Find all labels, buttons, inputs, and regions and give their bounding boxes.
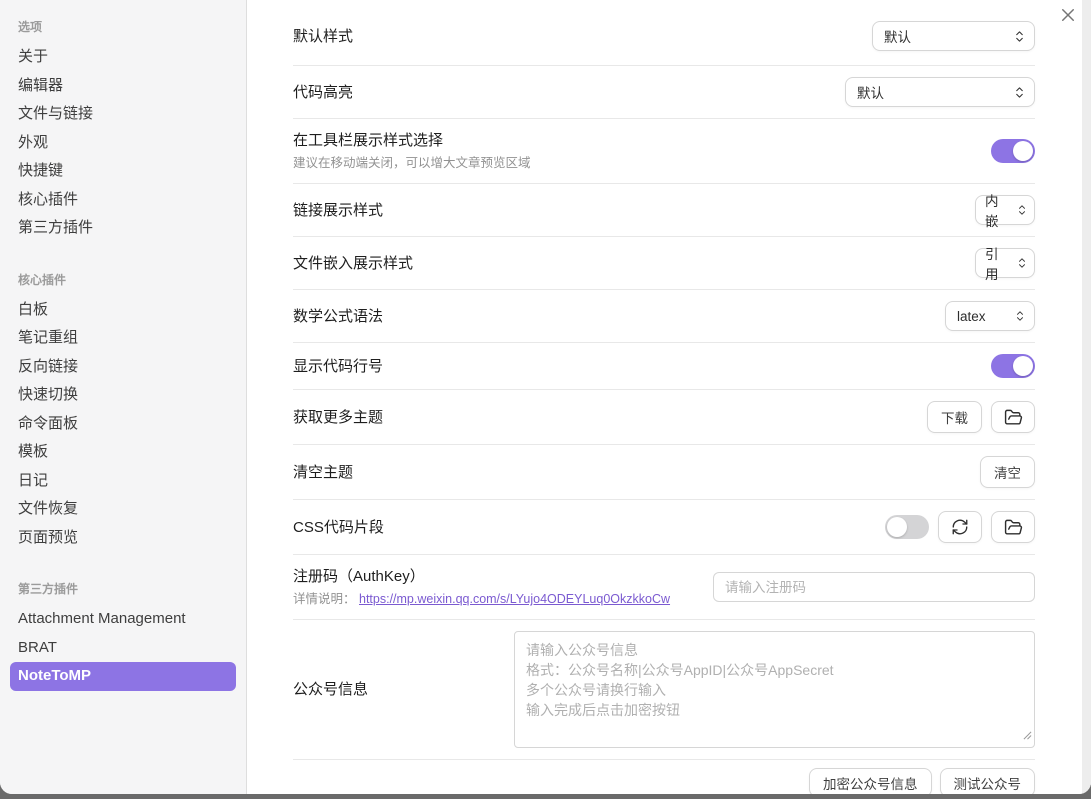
chevron-updown-icon [1014,30,1025,43]
select-value: 内嵌 [985,190,1009,230]
authkey-input[interactable] [713,572,1035,602]
sidebar-item-appearance[interactable]: 外观 [10,129,236,158]
setting-label: 数学公式语法 [293,306,383,327]
setting-label: 公众号信息 [293,679,368,700]
scrollbar-track[interactable] [1082,0,1091,794]
setting-label: 链接展示样式 [293,200,383,221]
setting-label: 默认样式 [293,26,353,47]
sidebar-item-brat[interactable]: BRAT [10,634,236,663]
setting-label: 清空主题 [293,462,353,483]
open-snippets-folder-button[interactable] [991,511,1035,543]
refresh-icon [951,518,969,536]
setting-row-mp-info: 公众号信息 [293,620,1035,760]
setting-row-show-line-numbers: 显示代码行号 [293,343,1035,390]
sidebar-item-file-recovery[interactable]: 文件恢复 [10,495,236,524]
open-themes-folder-button[interactable] [991,401,1035,433]
show-line-numbers-toggle[interactable] [991,354,1035,378]
sidebar-item-quick-switcher[interactable]: 快速切换 [10,381,236,410]
settings-panel: 默认样式 默认 代码高亮 默认 [247,0,1091,794]
setting-description: 详情说明： https://mp.weixin.qq.com/s/LYujo4O… [293,591,670,608]
sidebar-item-notetomp[interactable]: NoteToMP [10,662,236,691]
sidebar-item-canvas[interactable]: 白板 [10,296,236,325]
sidebar-item-attachment-management[interactable]: Attachment Management [10,605,236,634]
select-value: 默认 [857,82,884,102]
setting-label: 在工具栏展示样式选择 [293,130,531,151]
setting-label: 文件嵌入展示样式 [293,253,413,274]
toggle-knob [1013,356,1033,376]
setting-row-authkey: 注册码（AuthKey） 详情说明： https://mp.weixin.qq.… [293,555,1035,620]
sidebar-item-note-composer[interactable]: 笔记重组 [10,324,236,353]
setting-row-file-embed-style: 文件嵌入展示样式 引用 [293,237,1035,290]
setting-label: 显示代码行号 [293,356,383,377]
chevron-updown-icon [1014,86,1025,99]
setting-row-toolbar-style: 在工具栏展示样式选择 建议在移动端关闭，可以增大文章预览区域 [293,119,1035,184]
chevron-updown-icon [1017,257,1027,269]
sidebar-item-command-palette[interactable]: 命令面板 [10,410,236,439]
setting-label: 注册码（AuthKey） [293,566,670,587]
setting-row-clear-theme: 清空主题 清空 [293,445,1035,500]
sidebar-group-core-plugins: 核心插件 白板 笔记重组 反向链接 快速切换 命令面板 模板 日记 文件恢复 页… [10,269,236,553]
folder-open-icon [1004,518,1023,537]
setting-label: CSS代码片段 [293,517,384,538]
sidebar-item-hotkeys[interactable]: 快捷键 [10,157,236,186]
sidebar-heading-core-plugins: 核心插件 [10,269,236,296]
sidebar-group-community-plugins: 第三方插件 Attachment Management BRAT NoteToM… [10,578,236,691]
default-style-select[interactable]: 默认 [872,21,1035,51]
chevron-updown-icon [1015,310,1025,322]
sidebar-item-community-plugins[interactable]: 第三方插件 [10,214,236,243]
settings-sidebar: 选项 关于 编辑器 文件与链接 外观 快捷键 核心插件 第三方插件 核心插件 白… [0,0,247,794]
clear-theme-button[interactable]: 清空 [980,456,1035,488]
authkey-desc-prefix: 详情说明： [293,592,356,606]
setting-row-code-highlight: 代码高亮 默认 [293,66,1035,119]
close-icon[interactable] [1058,5,1078,25]
toggle-knob [887,517,907,537]
sidebar-item-page-preview[interactable]: 页面预览 [10,524,236,553]
setting-row-get-more-themes: 获取更多主题 下载 [293,390,1035,445]
select-value: 引用 [985,243,1009,283]
mp-info-textarea[interactable] [514,631,1035,748]
code-highlight-select[interactable]: 默认 [845,77,1035,107]
select-value: latex [957,309,986,324]
setting-label: 代码高亮 [293,82,353,103]
setting-row-default-style: 默认样式 默认 [293,0,1035,66]
setting-label: 获取更多主题 [293,407,383,428]
sidebar-item-templates[interactable]: 模板 [10,438,236,467]
toolbar-style-toggle[interactable] [991,139,1035,163]
select-value: 默认 [884,26,911,46]
file-embed-style-select[interactable]: 引用 [975,248,1035,278]
footer-actions: 加密公众号信息 测试公众号 [293,760,1035,794]
sidebar-item-core-plugins[interactable]: 核心插件 [10,186,236,215]
setting-description: 建议在移动端关闭，可以增大文章预览区域 [293,155,531,172]
toggle-knob [1013,141,1033,161]
sidebar-item-about[interactable]: 关于 [10,43,236,72]
sidebar-item-daily-notes[interactable]: 日记 [10,467,236,496]
sidebar-item-backlinks[interactable]: 反向链接 [10,353,236,382]
sidebar-item-editor[interactable]: 编辑器 [10,72,236,101]
setting-row-css-snippet: CSS代码片段 [293,500,1035,555]
setting-row-link-style: 链接展示样式 内嵌 [293,184,1035,237]
sidebar-item-files-links[interactable]: 文件与链接 [10,100,236,129]
setting-row-math-syntax: 数学公式语法 latex [293,290,1035,343]
folder-open-icon [1004,408,1023,427]
css-snippet-toggle[interactable] [885,515,929,539]
sidebar-heading-community-plugins: 第三方插件 [10,578,236,605]
math-syntax-select[interactable]: latex [945,301,1035,331]
link-style-select[interactable]: 内嵌 [975,195,1035,225]
chevron-updown-icon [1017,204,1027,216]
settings-modal: 选项 关于 编辑器 文件与链接 外观 快捷键 核心插件 第三方插件 核心插件 白… [0,0,1091,794]
test-mp-button[interactable]: 测试公众号 [940,768,1036,794]
sidebar-group-options: 选项 关于 编辑器 文件与链接 外观 快捷键 核心插件 第三方插件 [10,16,236,243]
reload-snippets-button[interactable] [938,511,982,543]
authkey-help-link[interactable]: https://mp.weixin.qq.com/s/LYujo4ODEYLuq… [359,592,670,606]
sidebar-heading-options: 选项 [10,16,236,43]
download-themes-button[interactable]: 下载 [927,401,982,433]
encrypt-mp-info-button[interactable]: 加密公众号信息 [809,768,932,794]
